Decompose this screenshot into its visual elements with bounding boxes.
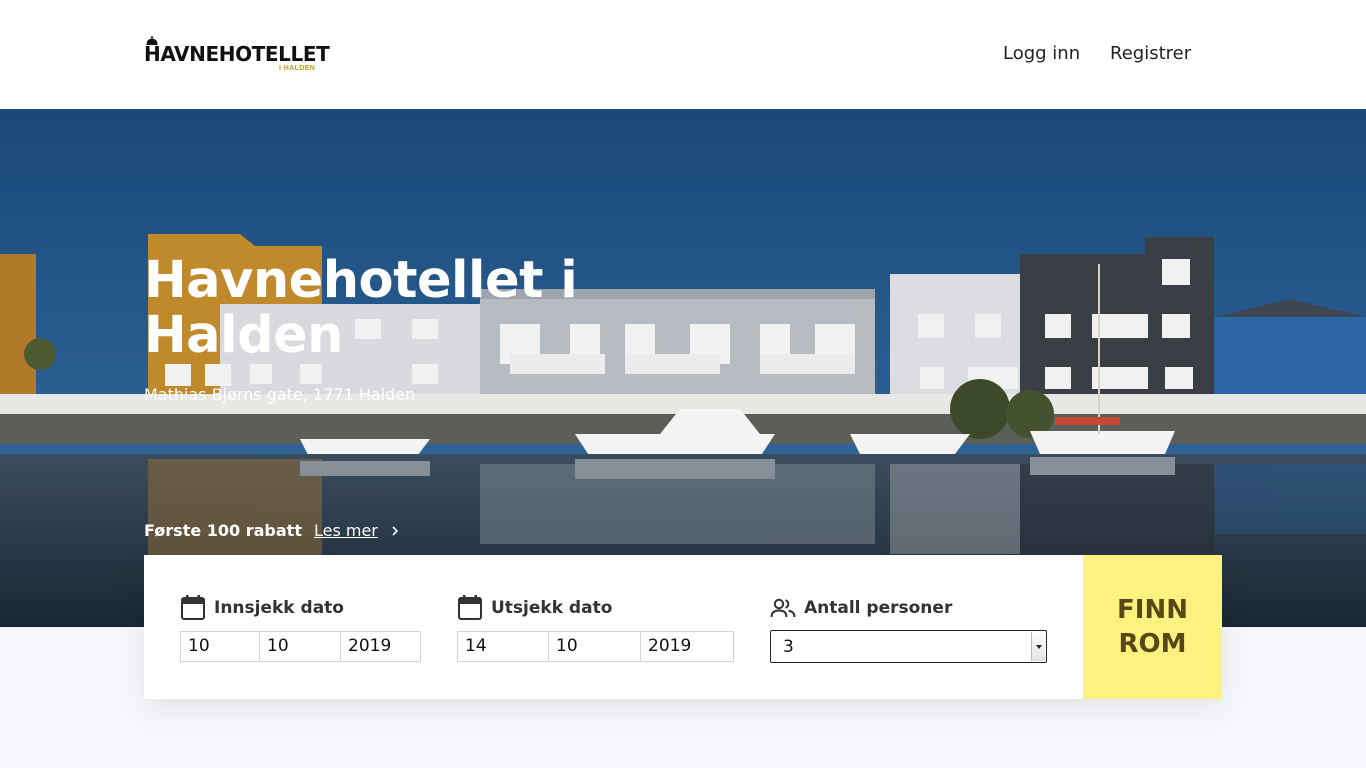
hero-title: Havnehotellet i Halden — [144, 251, 578, 365]
checkin-day-input[interactable]: 10 — [180, 631, 260, 662]
register-link[interactable]: Registrer — [1110, 43, 1191, 64]
persons-label: Antall personer — [804, 598, 953, 618]
calendar-icon — [181, 595, 205, 620]
people-icon — [770, 598, 796, 618]
checkout-day-input[interactable]: 14 — [457, 631, 549, 662]
promo-text: Første 100 rabatt — [144, 521, 302, 540]
select-arrow-icon[interactable] — [1031, 632, 1045, 661]
checkout-label: Utsjekk dato — [491, 598, 613, 618]
hotel-address: Mathias Bjørns gate, 1771 Halden — [144, 385, 416, 404]
find-room-button[interactable]: FINN ROM — [1083, 555, 1222, 699]
login-link[interactable]: Logg inn — [1003, 43, 1080, 64]
chevron-right-icon[interactable] — [390, 525, 400, 537]
logo-subtext: I HALDEN — [279, 65, 316, 72]
logo-text: HAVNEHOTELLET — [144, 42, 330, 66]
site-header: HAVNEHOTELLET I HALDEN Logg inn Registre… — [0, 0, 1366, 109]
read-more-link[interactable]: Les mer — [314, 521, 378, 540]
booking-form: Innsjekk dato 10 10 2019 Utsjekk dato 14… — [144, 555, 1222, 699]
checkout-date-inputs: 14 10 2019 — [457, 631, 734, 662]
promo-banner: Første 100 rabatt Les mer — [144, 521, 400, 540]
find-room-label: FINN ROM — [1117, 595, 1188, 659]
checkout-year-input[interactable]: 2019 — [641, 631, 734, 662]
persons-select[interactable]: 3 — [770, 630, 1047, 663]
checkin-label: Innsjekk dato — [214, 598, 344, 618]
persons-select-value: 3 — [783, 637, 794, 657]
hero-banner: Havnehotellet i Halden Mathias Bjørns ga… — [0, 109, 1366, 627]
checkin-year-input[interactable]: 2019 — [341, 631, 421, 662]
harbor-photo — [0, 109, 1366, 627]
checkin-group: Innsjekk dato 10 10 2019 — [180, 593, 421, 662]
calendar-icon — [458, 595, 482, 620]
checkout-group: Utsjekk dato 14 10 2019 — [457, 593, 734, 662]
hotel-logo[interactable]: HAVNEHOTELLET I HALDEN — [144, 36, 330, 74]
checkout-month-input[interactable]: 10 — [549, 631, 641, 662]
checkin-date-inputs: 10 10 2019 — [180, 631, 421, 662]
persons-group: Antall personer 3 — [770, 593, 1047, 663]
checkin-month-input[interactable]: 10 — [260, 631, 341, 662]
